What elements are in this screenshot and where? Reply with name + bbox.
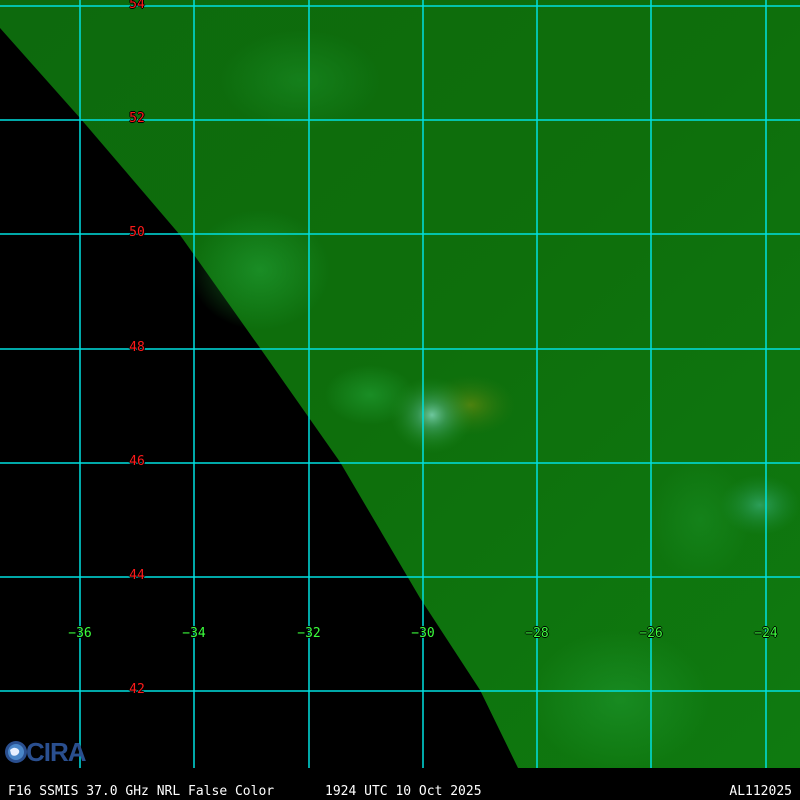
cira-logo: CIRA <box>4 738 87 766</box>
latitude-label: 46 <box>129 454 145 469</box>
latitude-label: 50 <box>129 225 145 240</box>
latitude-label: 48 <box>129 340 145 355</box>
product-label: F16 SSMIS 37.0 GHz NRL False Color <box>8 784 275 799</box>
map-panel <box>0 0 800 768</box>
latitude-label: 44 <box>129 568 145 583</box>
latitude-label: 52 <box>129 111 145 126</box>
bright-band <box>530 630 710 768</box>
longitude-label: −36 <box>68 626 92 641</box>
latitude-label: 42 <box>129 682 145 697</box>
globe-icon <box>5 741 27 763</box>
longitude-label: −24 <box>754 626 778 641</box>
observation-time: 1924 UTC 10 Oct 2025 <box>325 784 482 799</box>
longitude-label: −34 <box>182 626 206 641</box>
latitude-label: 54 <box>129 0 145 12</box>
storm-center <box>390 377 474 453</box>
rain-feature <box>650 460 750 580</box>
bright-band <box>220 30 380 130</box>
longitude-label: −28 <box>525 626 549 641</box>
longitude-label: −32 <box>297 626 321 641</box>
caption-bar: F16 SSMIS 37.0 GHz NRL False Color 1924 … <box>0 768 800 800</box>
longitude-label: −26 <box>639 626 663 641</box>
longitude-label: −30 <box>411 626 435 641</box>
logo-wordmark: CIRA <box>26 737 87 767</box>
satellite-image-viewer: 54 52 50 48 46 44 42 −36 −34 −32 −30 −28… <box>0 0 800 800</box>
storm-id: AL112025 <box>729 784 792 799</box>
